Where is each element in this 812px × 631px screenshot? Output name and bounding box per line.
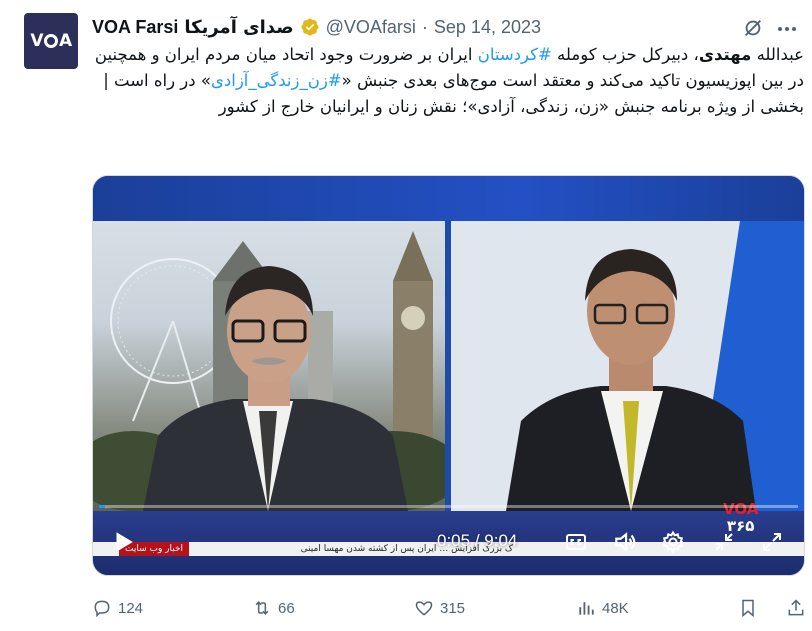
fullscreen-icon[interactable] [759, 528, 785, 556]
repost-count: 66 [278, 599, 295, 617]
like-button[interactable]: 315 [414, 596, 465, 620]
anchor-figure [506, 249, 756, 511]
hashtag-kurdistan[interactable]: #کردستان [478, 45, 552, 64]
tweet-actions: 124 66 315 48K [92, 596, 804, 620]
like-count: 315 [440, 599, 466, 617]
views-button[interactable]: 48K [576, 596, 629, 620]
time-separator: / [470, 531, 485, 550]
london-background [93, 231, 445, 511]
tweet-text: عبدالله مهتدی، دبیرکل حزب کومله #کردستان… [92, 42, 804, 120]
text-bold-name: مهتدی [698, 45, 752, 64]
bookmark-icon [742, 599, 754, 618]
avatar-letter-v: V [30, 31, 43, 51]
tweet-date[interactable]: Sep 14, 2023 [434, 17, 541, 38]
volume-icon[interactable] [611, 528, 639, 556]
channel-logo-top: VOA [723, 500, 759, 518]
duration: 9:04 [484, 531, 518, 550]
video-left-panel [93, 221, 445, 511]
video-time: 0:05 / 9:04 [437, 531, 517, 551]
video-progress-fill [99, 505, 106, 508]
play-icon[interactable] [109, 528, 137, 556]
current-time: 0:05 [437, 531, 471, 550]
settings-icon[interactable] [660, 528, 686, 556]
avatar-logo: VA [30, 31, 72, 51]
reply-icon [94, 600, 110, 618]
grok-icon[interactable] [742, 17, 764, 39]
author-handle[interactable]: @VOAfarsi [326, 17, 416, 38]
repost-button[interactable]: 66 [252, 596, 295, 620]
tweet-header: VOA Farsi صدای آمریکا @VOAfarsi · Sep 14… [92, 16, 541, 38]
share-icon [788, 599, 804, 616]
views-icon [579, 602, 594, 615]
more-options-icon[interactable] [778, 27, 798, 33]
hashtag-woman-life-freedom[interactable]: #زن_زندگی_آزادی [211, 71, 342, 90]
verified-badge-icon[interactable] [300, 17, 320, 37]
share-button[interactable] [786, 596, 806, 620]
avatar[interactable]: VA [24, 13, 78, 69]
captions-icon[interactable] [563, 528, 589, 556]
reply-count: 124 [118, 599, 144, 617]
view-count: 48K [602, 599, 629, 617]
text-part: ، دبیرکل حزب کومله [551, 45, 699, 64]
avatar-letter-a: A [59, 31, 72, 51]
minimize-icon[interactable] [711, 528, 737, 556]
heart-icon [415, 601, 433, 616]
bookmark-button[interactable] [738, 596, 758, 620]
repost-icon [255, 601, 269, 615]
reply-button[interactable]: 124 [92, 596, 143, 620]
author-name[interactable]: VOA Farsi [92, 17, 178, 38]
video-player[interactable]: اخبار وب سایت ک بزرگ افزایش … ایران پس ا… [92, 175, 805, 576]
author-name-fa[interactable]: صدای آمریکا [184, 17, 293, 38]
avatar-letter-o [44, 34, 58, 48]
separator-dot: · [421, 16, 428, 37]
text-part: عبدالله [751, 45, 804, 64]
video-right-panel [451, 221, 804, 511]
video-progress-bar[interactable] [99, 505, 798, 508]
video-top-band [93, 176, 804, 221]
